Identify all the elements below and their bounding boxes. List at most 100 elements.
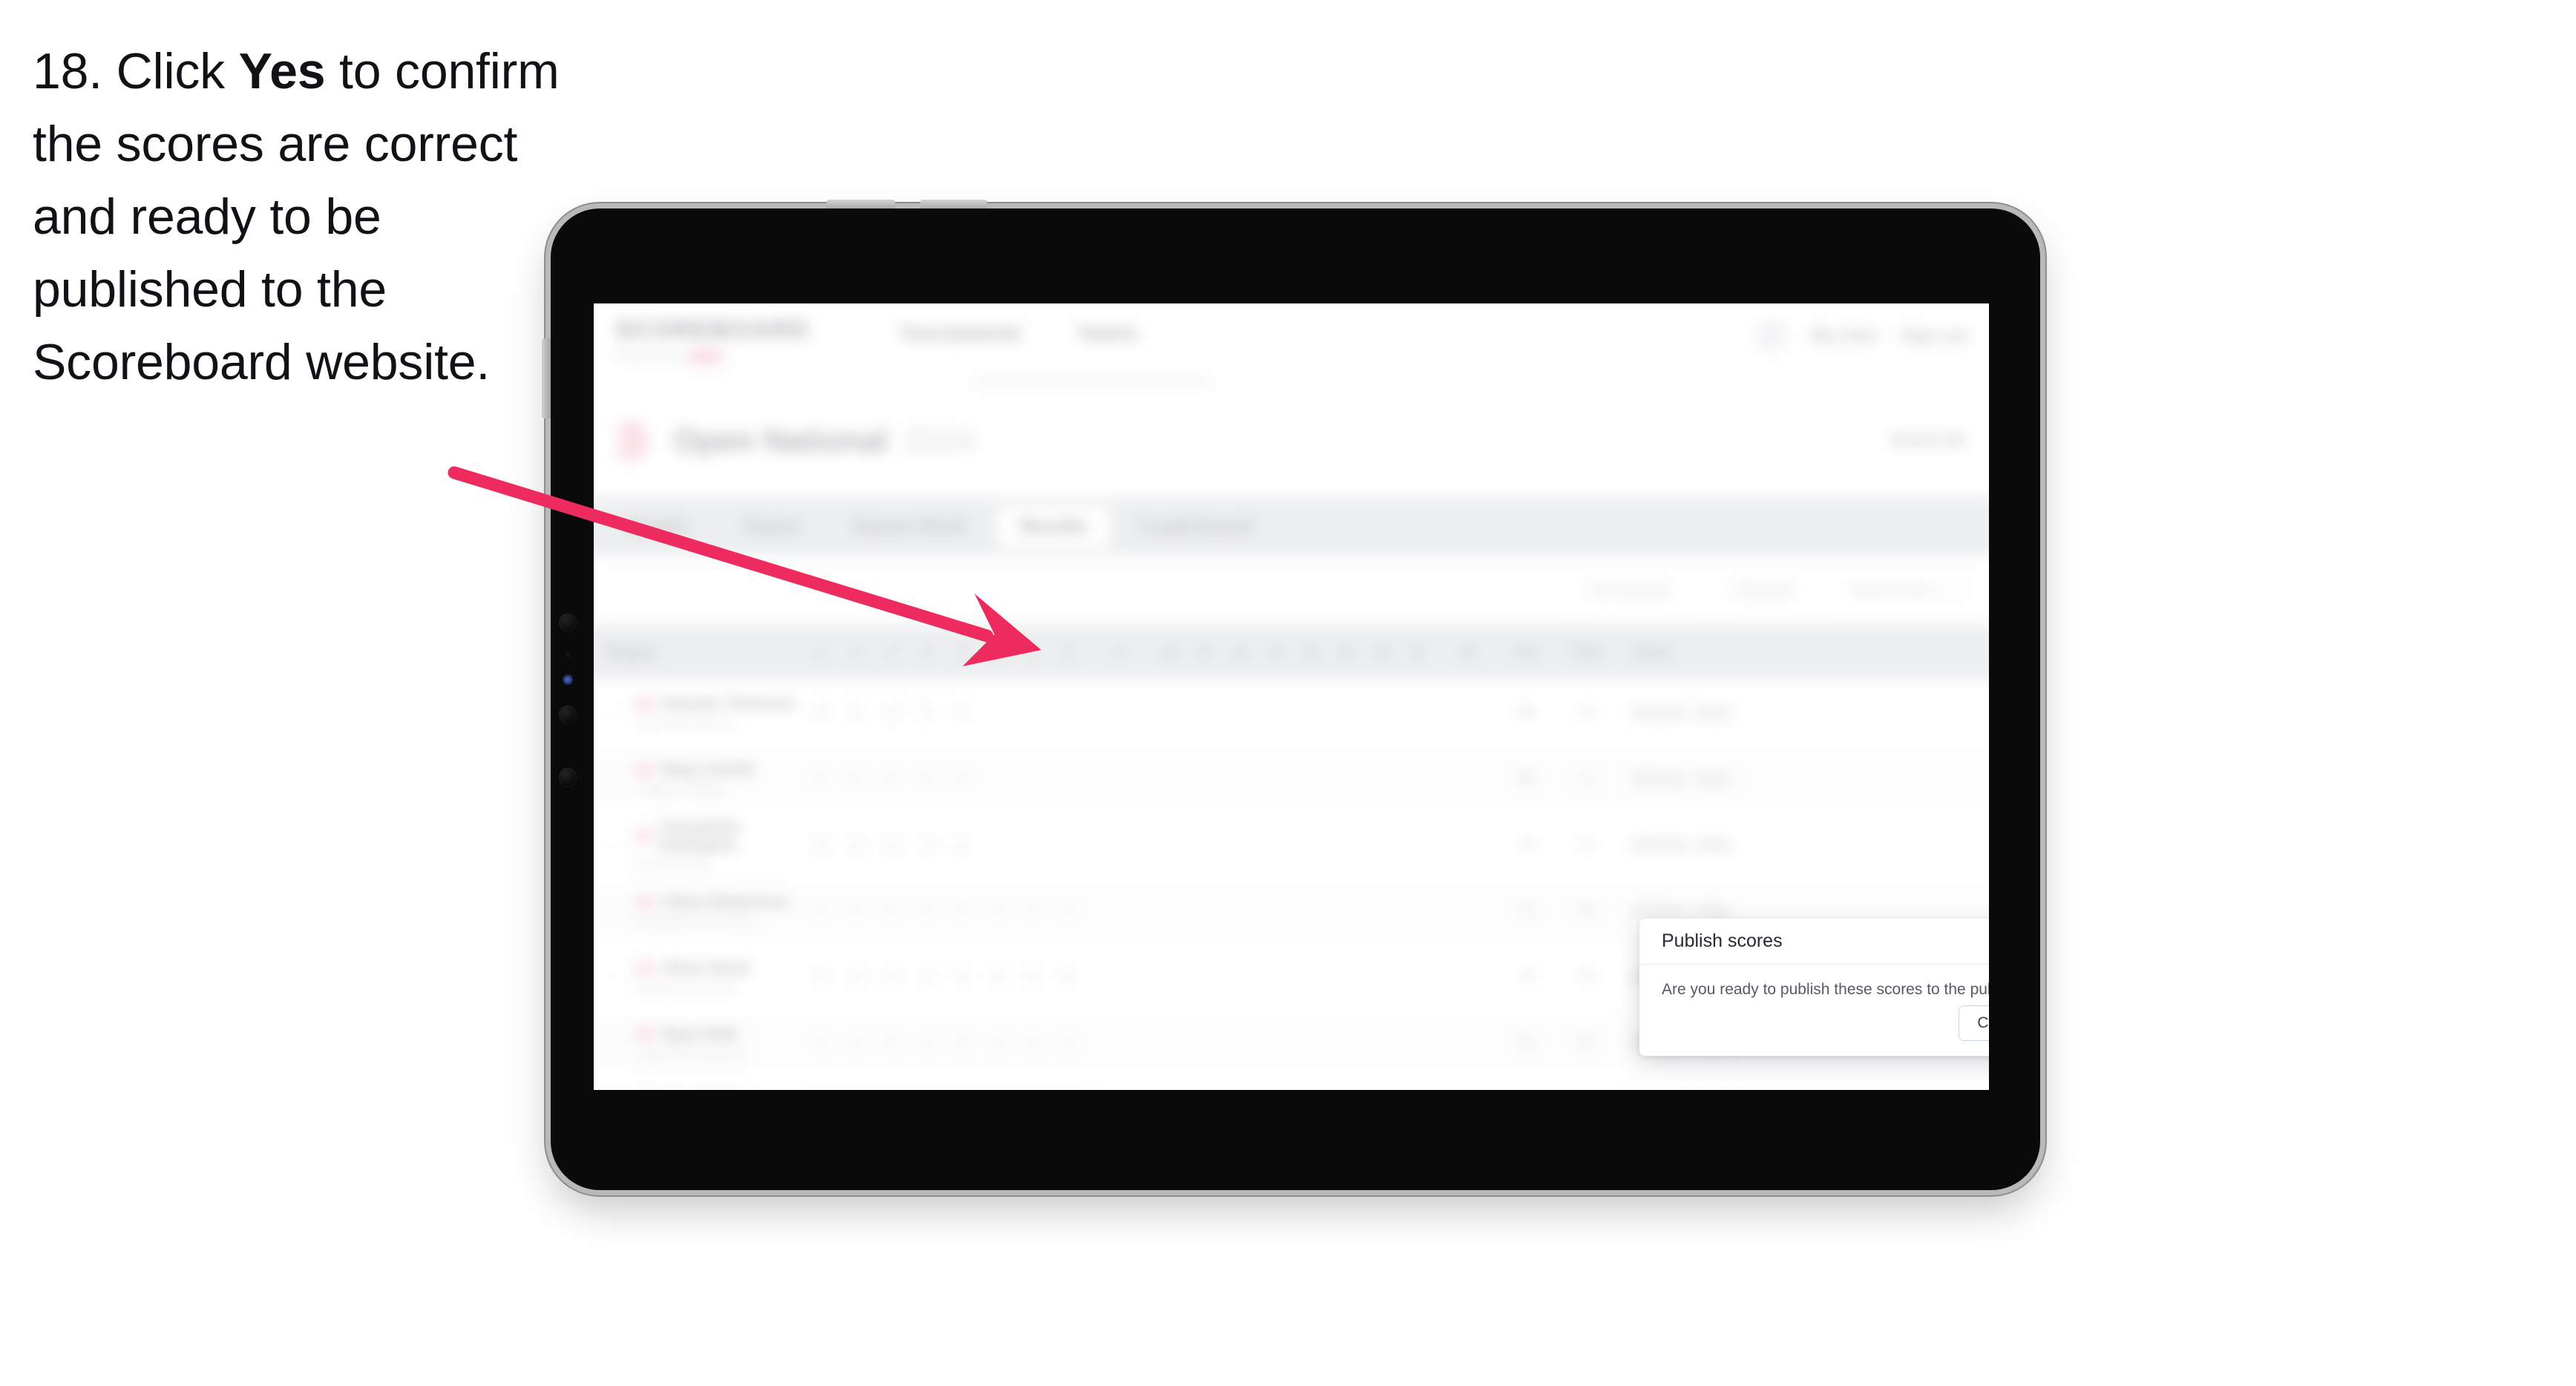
table-row[interactable]: Hannah Thomson Claremont Archery 4 4 3 5 4 68 70… [594,680,1989,746]
cell-score[interactable]: 4 [909,1025,945,1061]
cell-score[interactable]: 4 [803,1025,839,1061]
tab-leaderboard[interactable]: Leaderboard [1118,505,1276,547]
cell-score[interactable]: 4 [909,761,945,797]
nav-link-my-club[interactable]: My Club [1812,326,1876,345]
score-input[interactable]: 5 [806,761,836,797]
cell-score[interactable]: 4 [980,893,1015,929]
cell-score[interactable]: 5 [944,1025,980,1061]
cell-score[interactable]: 4 [944,695,980,731]
cell-score[interactable]: 4 [874,761,909,797]
score-input[interactable]: 4 [876,959,906,995]
nav-link-teams[interactable]: Teams [1078,321,1138,344]
brand[interactable]: SCOREBOARD Powered by NEW [615,315,809,364]
score-input[interactable]: 4 [983,1025,1012,1061]
cell-score[interactable]: 5 [803,959,839,995]
score-input[interactable]: 4 [912,761,941,797]
cell-score[interactable]: 5 [1050,959,1086,995]
score-input[interactable]: 5 [948,827,977,863]
table-row[interactable]: Rhys Ferrell Caspian College 5 4 4 4 4 69 71 OFFI… [594,746,1989,812]
score-input[interactable]: 4 [1053,893,1083,929]
avatar[interactable] [1757,321,1786,350]
score-input[interactable]: 4 [948,959,977,995]
score-input[interactable]: 4 [842,761,871,797]
cell-score[interactable]: 4 [980,1025,1015,1061]
score-input[interactable]: 4 [948,695,977,731]
cell-score[interactable]: 4 [839,695,874,731]
cell-score[interactable]: 3 [874,695,909,731]
cell-score[interactable]: 5 [944,827,980,863]
score-input[interactable]: 5 [948,1025,977,1061]
cell-score[interactable]: 4 [874,959,909,995]
cell-score[interactable]: 3 [874,827,909,863]
cell-score[interactable]: 4 [944,761,980,797]
volume-down-button[interactable] [920,200,987,208]
cell-score[interactable]: 5 [874,1025,909,1061]
score-input[interactable]: 4 [1053,1025,1083,1061]
cell-score[interactable]: 4 [803,827,839,863]
score-input[interactable]: 4 [1018,959,1047,995]
row-checkbox[interactable] [600,833,623,857]
tab-results[interactable]: Results [997,505,1110,548]
filter-icon[interactable] [1940,577,1966,603]
score-input[interactable]: 4 [876,893,906,929]
score-input[interactable]: 4 [842,959,871,995]
cell-score[interactable]: 4 [944,959,980,995]
sort-control[interactable]: Name Only [1852,577,1972,603]
row-checkbox[interactable] [600,767,623,790]
score-input[interactable]: 4 [806,1025,836,1061]
score-input[interactable]: 4 [806,827,836,863]
tab-teams[interactable]: Teams [719,505,822,547]
cell-score[interactable]: 5 [909,695,945,731]
round-select[interactable]: All Rounds [1579,571,1711,609]
score-input[interactable]: 3 [876,695,906,731]
score-input[interactable]: 4 [876,761,906,797]
cell-score[interactable]: 4 [909,959,945,995]
division-select[interactable]: Division [1724,571,1839,609]
nav-link-tournaments[interactable]: Tournaments [899,321,1022,344]
score-input[interactable]: 4 [842,893,871,929]
score-input[interactable]: 4 [1018,1025,1047,1061]
cell-score[interactable]: 4 [839,893,874,929]
score-input[interactable]: 4 [912,827,941,863]
table-row[interactable]: Sam BaileyHillcrest Community45444454747… [594,1077,1989,1090]
score-input[interactable]: 5 [876,1025,906,1061]
cell-score[interactable]: 4 [874,893,909,929]
cell-score[interactable]: 4 [839,761,874,797]
score-input[interactable]: 4 [983,959,1012,995]
cell-score[interactable]: 4 [803,893,839,929]
tab-details[interactable]: Details [605,505,712,547]
search-input[interactable] [611,569,1566,611]
score-input[interactable]: 4 [983,893,1012,929]
score-input[interactable]: 3 [876,827,906,863]
cell-score[interactable]: 4 [839,959,874,995]
score-input[interactable]: 5 [1053,959,1083,995]
cell-score[interactable]: 4 [1050,893,1086,929]
cancel-button[interactable]: Cancel [1959,1005,1989,1041]
cell-score[interactable]: 4 [1015,1025,1051,1061]
score-input[interactable]: 4 [806,695,836,731]
score-input[interactable]: 4 [948,761,977,797]
cell-score[interactable]: 4 [1050,1025,1086,1061]
score-input[interactable]: 5 [948,893,977,929]
table-row[interactable]: Cassandra Rodriguez Bedford Bows 4 5 3 4 5 70 72… [594,812,1989,878]
score-input[interactable]: 5 [912,893,941,929]
row-checkbox[interactable] [600,899,623,923]
cell-score[interactable]: 4 [909,827,945,863]
score-input[interactable]: 4 [912,959,941,995]
row-checkbox[interactable] [600,701,623,724]
score-input[interactable]: 5 [806,959,836,995]
row-checkbox[interactable] [600,1031,623,1055]
tab-games-book[interactable]: Games Book [830,505,989,547]
cell-score[interactable]: 4 [803,695,839,731]
score-input[interactable]: 4 [912,1025,941,1061]
score-input[interactable]: 5 [842,827,871,863]
row-checkbox[interactable] [600,965,623,989]
power-button[interactable] [542,338,551,418]
cell-score[interactable]: 4 [980,959,1015,995]
score-input[interactable]: 5 [912,695,941,731]
score-input[interactable]: 4 [806,893,836,929]
score-input[interactable]: 4 [842,695,871,731]
cell-score[interactable]: 4 [1015,959,1051,995]
nav-link-sign-out[interactable]: Sign out [1901,326,1967,345]
cell-score[interactable]: 5 [839,827,874,863]
